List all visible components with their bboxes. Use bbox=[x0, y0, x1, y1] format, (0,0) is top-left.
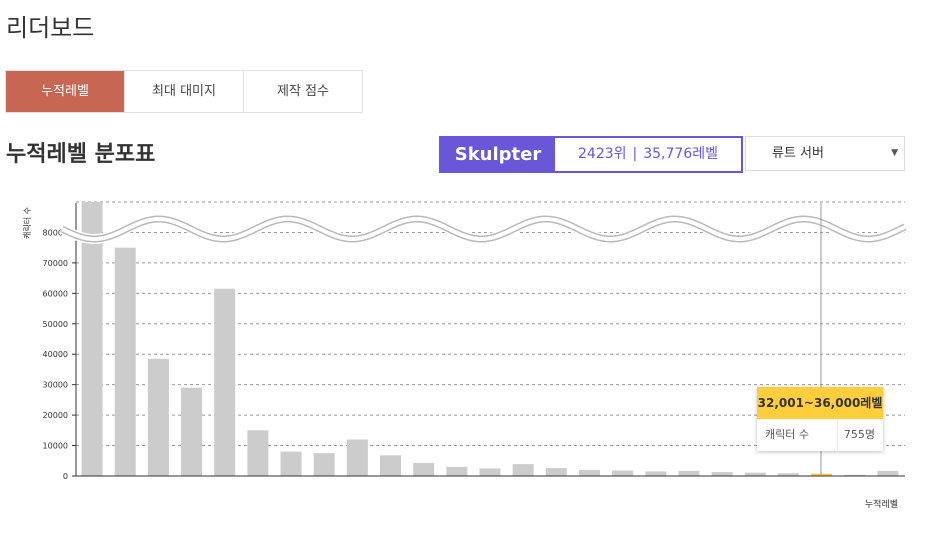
bar[interactable] bbox=[346, 439, 368, 476]
server-select-value: 류트 서버 bbox=[772, 146, 824, 161]
bar[interactable] bbox=[578, 469, 600, 476]
y-axis-label: 캐릭터 수 bbox=[22, 207, 32, 239]
tab-max-damage[interactable]: 최대 대미지 bbox=[125, 71, 244, 112]
bar[interactable] bbox=[678, 470, 700, 476]
character-info: 2423위 | 35,776레벨 bbox=[555, 138, 741, 171]
bar[interactable] bbox=[413, 462, 435, 476]
bar[interactable] bbox=[545, 468, 567, 476]
bar[interactable] bbox=[479, 468, 501, 476]
separator: | bbox=[632, 146, 638, 162]
bar[interactable] bbox=[181, 387, 203, 476]
dropdown-arrow-icon: ▼ bbox=[891, 148, 898, 158]
character-name: Skulpter bbox=[441, 138, 555, 171]
bar[interactable] bbox=[744, 472, 766, 476]
y-tick-label: 0 bbox=[63, 472, 68, 481]
y-tick-label: 10000 bbox=[43, 442, 68, 451]
distribution-chart: 캐릭터 수 0 10000 20000 30000 40000 50000 60000 700… bbox=[22, 201, 908, 510]
tab-bar: 누적레벨 최대 대미지 제작 점수 bbox=[5, 70, 363, 113]
section-title: 누적레벨 분포표 bbox=[6, 142, 156, 167]
bar[interactable] bbox=[512, 464, 534, 476]
bar[interactable] bbox=[380, 455, 402, 476]
chart-tooltip: 32,001~36,000레벨 캐릭터 수 755명 bbox=[757, 387, 883, 451]
tooltip-row: 캐릭터 수 755명 bbox=[757, 419, 883, 451]
bar[interactable] bbox=[645, 471, 667, 476]
x-axis-label: 누적레벨 bbox=[865, 498, 898, 510]
page-title: 리더보드 bbox=[6, 14, 95, 42]
bar[interactable] bbox=[313, 453, 335, 476]
bar[interactable] bbox=[612, 470, 634, 476]
bar[interactable] bbox=[114, 247, 136, 476]
bar[interactable] bbox=[711, 472, 733, 476]
bar[interactable] bbox=[280, 451, 302, 476]
tab-crafting-score[interactable]: 제작 점수 bbox=[244, 71, 362, 112]
y-tick-label: 30000 bbox=[43, 381, 68, 390]
character-rank: 2423위 bbox=[578, 146, 627, 162]
tooltip-value: 755명 bbox=[843, 428, 875, 441]
bar[interactable] bbox=[214, 288, 236, 476]
axis-break-wave bbox=[59, 214, 908, 244]
tooltip-label: 캐릭터 수 bbox=[757, 419, 838, 451]
bar[interactable] bbox=[446, 466, 468, 476]
y-tick-label: 40000 bbox=[43, 350, 68, 359]
bar[interactable] bbox=[147, 358, 169, 476]
character-level: 35,776레벨 bbox=[643, 146, 718, 162]
tab-cumulative-level[interactable]: 누적레벨 bbox=[6, 71, 125, 112]
y-tick-label: 50000 bbox=[43, 320, 68, 329]
bar[interactable] bbox=[247, 430, 269, 476]
tooltip-range: 32,001~36,000레벨 bbox=[757, 387, 883, 419]
server-select[interactable]: 류트 서버 ▼ bbox=[745, 136, 905, 171]
y-tick-label: 70000 bbox=[43, 259, 68, 268]
character-box[interactable]: Skulpter 2423위 | 35,776레벨 bbox=[439, 136, 743, 173]
bar[interactable] bbox=[877, 470, 899, 476]
y-tick-label: 60000 bbox=[43, 289, 68, 298]
y-tick-label: 20000 bbox=[43, 411, 68, 420]
